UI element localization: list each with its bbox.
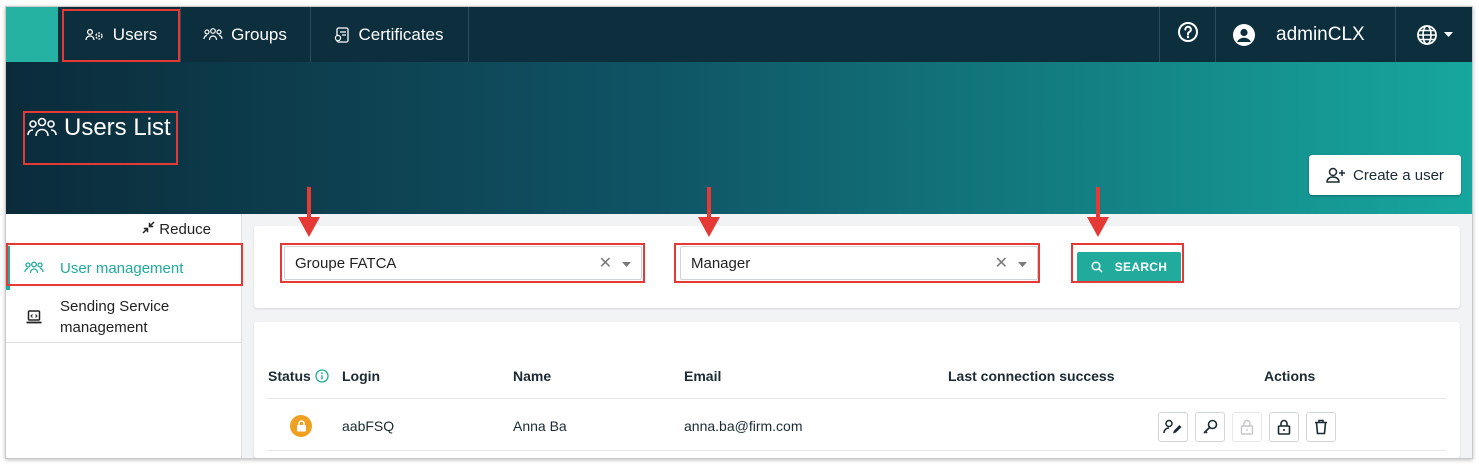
users-icon: [24, 261, 44, 275]
role-select[interactable]: Manager ✕: [680, 246, 1038, 280]
column-header-actions: Actions: [1264, 368, 1316, 384]
chevron-down-icon[interactable]: [622, 255, 631, 271]
sidebar-item-label: Sending Service management: [60, 298, 170, 336]
clear-icon[interactable]: ✕: [995, 253, 1008, 273]
nav-tab-certificates[interactable]: Certificates: [310, 7, 469, 62]
column-header-status[interactable]: Status: [268, 368, 329, 384]
column-header-email[interactable]: Email: [684, 368, 721, 384]
edit-user-button[interactable]: [1158, 412, 1188, 442]
group-icon: [203, 27, 223, 43]
column-header-name[interactable]: Name: [513, 368, 551, 384]
account-circle-icon: [1232, 23, 1256, 47]
add-user-icon: [1326, 166, 1346, 184]
language-menu[interactable]: [1395, 7, 1472, 62]
reduce-label: Reduce: [159, 221, 211, 238]
nav-tab-users[interactable]: Users: [62, 7, 181, 62]
users-table: Status Login Name Email Last connection …: [254, 322, 1460, 458]
lock-status-icon: [290, 415, 312, 437]
edit-user-icon: [1163, 419, 1183, 435]
page-header-band: [6, 62, 1472, 214]
certificate-icon: [334, 26, 350, 44]
globe-icon: [1416, 24, 1438, 46]
cell-login: aabFSQ: [342, 418, 395, 434]
row-divider: [268, 450, 1446, 451]
sidebar-item-label: User management: [60, 259, 184, 277]
account-username: adminCLX: [1276, 23, 1365, 45]
app-window: Users Groups Certificates adminCLX Users…: [5, 6, 1473, 459]
key-icon: [1202, 419, 1218, 435]
sidebar-item-sending-service[interactable]: Sending Service management: [6, 292, 241, 343]
lock-icon: [1277, 419, 1291, 435]
help-circle-icon: [1177, 21, 1199, 48]
nav-tab-groups-label: Groups: [231, 24, 287, 44]
group-select-value: Groupe FATCA: [295, 254, 397, 272]
help-button[interactable]: [1159, 7, 1216, 62]
page-title-text: Users List: [64, 114, 171, 141]
column-header-last-connection[interactable]: Last connection success: [948, 368, 1115, 384]
users-icon: [26, 116, 58, 140]
column-header-label: Status: [268, 368, 311, 384]
cell-name: Anna Ba: [513, 418, 567, 434]
cell-email: anna.ba@firm.com: [684, 418, 803, 434]
top-navbar: Users Groups Certificates adminCLX: [6, 7, 1472, 62]
annotation-arrow-down: [298, 187, 320, 237]
reduce-button[interactable]: Reduce: [142, 221, 211, 238]
annotation-arrow-down: [1087, 187, 1109, 237]
laptop-icon: [26, 309, 42, 325]
delete-user-button[interactable]: [1306, 412, 1336, 442]
app-logo[interactable]: [6, 7, 58, 62]
create-user-button[interactable]: Create a user: [1309, 155, 1461, 195]
users-cog-icon: [85, 27, 105, 43]
unlock-icon: [1240, 419, 1254, 435]
filter-panel: Groupe FATCA ✕ Manager ✕ SEARCH: [254, 226, 1460, 308]
account-menu[interactable]: adminCLX: [1215, 7, 1395, 62]
nav-tab-users-label: Users: [112, 24, 158, 44]
chevron-down-icon[interactable]: [1018, 255, 1027, 271]
annotation-arrow-down: [698, 187, 720, 237]
info-icon[interactable]: [315, 369, 329, 383]
sidebar: Reduce User management Sending Service m…: [6, 214, 242, 458]
group-select[interactable]: Groupe FATCA ✕: [284, 246, 642, 280]
page-title: Users List: [26, 114, 171, 142]
search-label: SEARCH: [1114, 260, 1168, 274]
nav-tab-certificates-label: Certificates: [358, 24, 444, 44]
lock-user-button[interactable]: [1269, 412, 1299, 442]
search-button[interactable]: SEARCH: [1077, 252, 1181, 282]
nav-tab-groups[interactable]: Groups: [180, 7, 311, 62]
header-divider: [268, 398, 1446, 399]
unlock-user-button[interactable]: [1232, 412, 1262, 442]
reset-password-button[interactable]: [1195, 412, 1225, 442]
sidebar-item-user-management[interactable]: User management: [6, 246, 241, 290]
collapse-arrows-icon: [142, 221, 159, 238]
main-content: Groupe FATCA ✕ Manager ✕ SEARCH Status L…: [242, 214, 1472, 458]
create-user-label: Create a user: [1353, 166, 1444, 184]
clear-icon[interactable]: ✕: [599, 253, 612, 273]
chevron-down-icon: [1444, 31, 1453, 38]
trash-icon: [1314, 419, 1328, 435]
column-header-login[interactable]: Login: [342, 368, 380, 384]
search-icon: [1091, 261, 1103, 273]
role-select-value: Manager: [691, 254, 751, 272]
